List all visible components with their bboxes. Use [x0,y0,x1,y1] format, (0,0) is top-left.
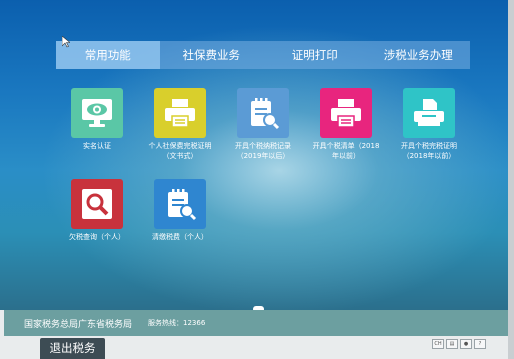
tile-social-tax-certificate[interactable]: 个人社保费完税证明（文书式） [145,88,215,161]
tile-label: 开具个税完税证明（2018年以前） [401,142,457,160]
tray-help-icon[interactable]: ? [474,339,486,349]
window-edge [508,0,514,359]
document-search-icon [154,179,206,229]
footer-bar: 国家税务总局广东省税务局 服务热线：12366 [4,310,508,336]
monitor-eye-icon [71,88,123,138]
document-search-icon [237,88,289,138]
tile-tax-payment[interactable]: 清缴税费（个人） [145,179,215,242]
tray-status-icon[interactable]: ● [460,339,472,349]
tab-bar: 常用功能 社保费业务 证明打印 涉税业务办理 [56,41,470,69]
tab-social-insurance[interactable]: 社保费业务 [160,41,264,69]
printer-paper-icon [403,88,455,138]
tile-label: 开具个税纳税记录（2019年以后） [235,142,291,160]
system-tray: CH ▤ ● ? [432,339,486,349]
tile-label: 清缴税费（个人） [152,233,208,241]
tile-arrears-query[interactable]: 欠税查询（个人） [62,179,132,242]
tray-keyboard-icon[interactable]: ▤ [446,339,458,349]
tile-label: 欠税查询（个人） [69,233,125,241]
tab-tax-business[interactable]: 涉税业务办理 [367,41,471,69]
tab-common-functions[interactable]: 常用功能 [56,41,160,69]
search-icon [71,179,123,229]
tab-certificate-print[interactable]: 证明打印 [263,41,367,69]
tray-ime-icon[interactable]: CH [432,339,444,349]
printer-icon [320,88,372,138]
tile-label: 实名认证 [83,142,111,150]
mouse-cursor-icon [62,36,70,48]
tile-label: 开具个税清单（2018年以前） [312,142,380,160]
tile-tax-record-2019[interactable]: 开具个税纳税记录（2019年以后） [228,88,298,161]
footer-org: 国家税务总局广东省税务局 [24,319,133,330]
footer-hotline: 服务热线：12366 [148,319,206,327]
printer-icon [154,88,206,138]
tile-real-name-auth[interactable]: 实名认证 [62,88,132,151]
tile-tax-list-2018[interactable]: 开具个税清单（2018年以前） [311,88,381,161]
tile-tax-certificate-2018[interactable]: 开具个税完税证明（2018年以前） [394,88,464,161]
exit-button[interactable]: 退出税务 [40,338,105,359]
tile-label: 个人社保费完税证明（文书式） [148,142,212,160]
kiosk-screen: 常用功能 社保费业务 证明打印 涉税业务办理 实名认证 个人社保费完税证明（文书… [0,0,508,310]
